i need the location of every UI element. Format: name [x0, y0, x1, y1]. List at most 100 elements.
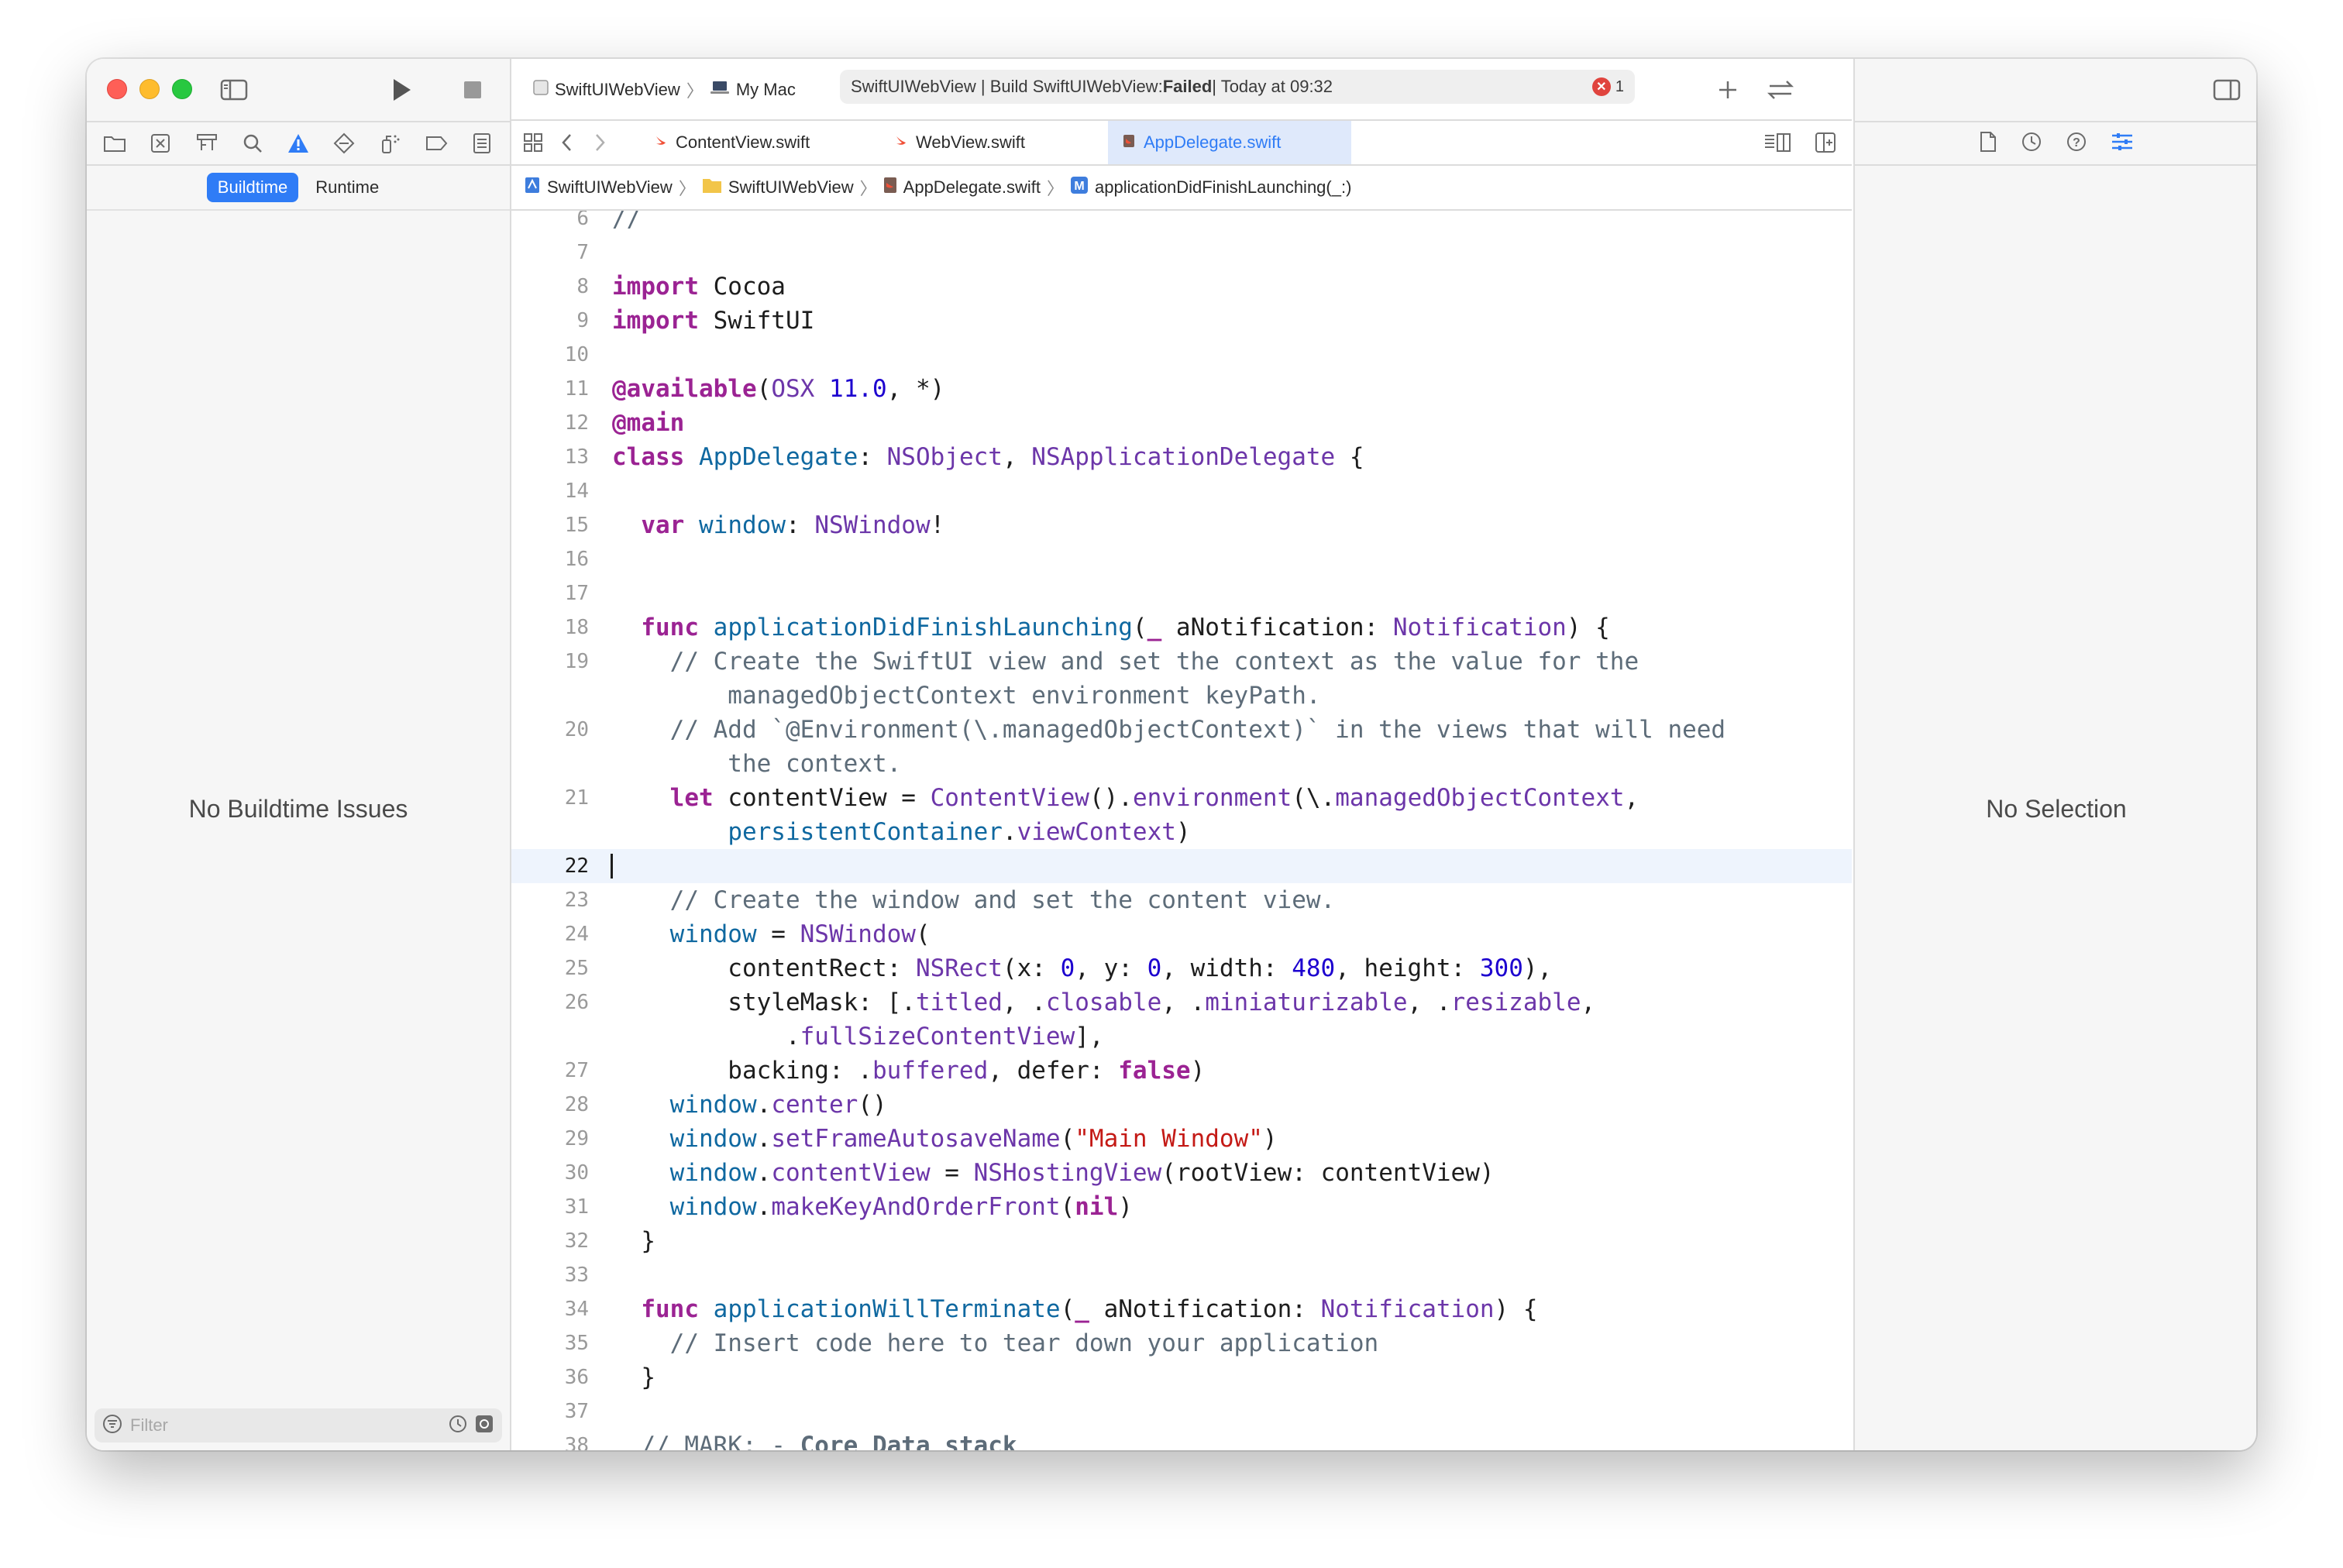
test-diamond-icon[interactable] [329, 128, 360, 159]
close-window-button[interactable] [107, 79, 127, 99]
line-number[interactable]: 21 [511, 781, 589, 815]
code-line[interactable]: 33 [511, 1258, 1852, 1292]
line-number[interactable]: 13 [511, 440, 589, 474]
code-line[interactable]: 7 [511, 236, 1852, 270]
editor-options-icon[interactable] [1760, 127, 1794, 158]
code-line[interactable]: 37 [511, 1394, 1852, 1429]
activity-view[interactable]: SwiftUIWebView | Build SwiftUIWebView: F… [840, 70, 1635, 104]
forward-chevron-icon[interactable] [586, 127, 614, 158]
line-number[interactable]: 28 [511, 1088, 589, 1122]
line-number[interactable]: 38 [511, 1429, 589, 1450]
line-number[interactable]: 25 [511, 951, 589, 985]
code-line[interactable]: 32 } [511, 1224, 1852, 1258]
code-line[interactable]: 16 [511, 542, 1852, 576]
code-line[interactable]: 26 styleMask: [.titled, .closable, .mini… [511, 985, 1852, 1020]
filter-options-icon[interactable] [474, 1414, 494, 1438]
line-number[interactable]: 23 [511, 883, 589, 917]
line-number[interactable]: 19 [511, 645, 589, 679]
zoom-window-button[interactable] [172, 79, 192, 99]
tab-contentview[interactable]: ContentView.swift [640, 121, 877, 164]
line-number[interactable]: 37 [511, 1394, 589, 1429]
code-line[interactable]: 15 var window: NSWindow! [511, 508, 1852, 542]
code-line[interactable]: 9 import SwiftUI [511, 304, 1852, 338]
code-line[interactable]: 8 import Cocoa [511, 270, 1852, 304]
history-clock-icon[interactable] [2021, 131, 2042, 156]
attributes-sliders-icon[interactable] [2111, 131, 2134, 156]
breadcrumb-file[interactable]: AppDelegate.swift [883, 177, 1041, 198]
error-indicator[interactable]: ✕ 1 [1591, 77, 1624, 96]
symbol-hierarchy-icon[interactable] [191, 128, 222, 159]
scheme-selector[interactable]: SwiftUIWebView 〉 My Mac [533, 77, 796, 102]
code-line[interactable]: 28 window.center() [511, 1088, 1852, 1122]
code-line[interactable]: 24 window = NSWindow( [511, 917, 1852, 951]
issue-warning-icon[interactable] [283, 128, 314, 159]
add-editor-split-icon[interactable] [1810, 127, 1841, 158]
stop-icon[interactable] [457, 74, 488, 105]
source-editor[interactable]: 6 // 7 8 import Cocoa 9 import SwiftUI 10 11 @ava… [511, 211, 1852, 1450]
line-number[interactable]: 18 [511, 610, 589, 645]
breakpoint-icon[interactable] [421, 128, 452, 159]
line-number[interactable]: 24 [511, 917, 589, 951]
file-inspector-icon[interactable] [1979, 131, 1997, 156]
run-play-icon[interactable] [384, 73, 418, 107]
breadcrumb-method[interactable]: M applicationDidFinishLaunching(_:) [1070, 176, 1351, 199]
code-line[interactable]: 22 [511, 849, 1852, 883]
line-number[interactable]: 10 [511, 338, 589, 372]
line-number[interactable]: 31 [511, 1190, 589, 1224]
line-number[interactable]: 9 [511, 304, 589, 338]
line-number[interactable]: 26 [511, 985, 589, 1020]
code-line[interactable]: managedObjectContext environment keyPath… [511, 679, 1852, 713]
code-line[interactable]: 10 [511, 338, 1852, 372]
line-number[interactable]: 16 [511, 542, 589, 576]
toggle-inspector-icon[interactable] [2210, 74, 2244, 105]
code-line[interactable]: 34 func applicationWillTerminate(_ aNoti… [511, 1292, 1852, 1326]
code-line[interactable]: persistentContainer.viewContext) [511, 815, 1852, 849]
related-items-grid-icon[interactable] [518, 127, 549, 158]
code-line[interactable]: 19 // Create the SwiftUI view and set th… [511, 645, 1852, 679]
line-number[interactable]: 12 [511, 406, 589, 440]
code-line[interactable]: 6 // [511, 211, 1852, 236]
add-plus-icon[interactable] [1712, 74, 1743, 105]
line-number[interactable]: 6 [511, 211, 589, 236]
code-review-arrows-icon[interactable] [1762, 74, 1799, 105]
code-line[interactable]: 35 // Insert code here to tear down your… [511, 1326, 1852, 1360]
line-number[interactable]: 33 [511, 1258, 589, 1292]
code-line[interactable]: 11 @available(OSX 11.0, *) [511, 372, 1852, 406]
folder-icon[interactable] [99, 128, 130, 159]
breadcrumb-group[interactable]: SwiftUIWebView [702, 177, 854, 198]
code-line[interactable]: 36 } [511, 1360, 1852, 1394]
code-line[interactable]: 27 backing: .buffered, defer: false) [511, 1054, 1852, 1088]
code-line[interactable]: the context. [511, 747, 1852, 781]
code-line[interactable]: 18 func applicationDidFinishLaunching(_ … [511, 610, 1852, 645]
code-line[interactable]: 17 [511, 576, 1852, 610]
recent-clock-icon[interactable] [448, 1414, 468, 1438]
tab-webview[interactable]: WebView.swift [880, 121, 1105, 164]
line-number[interactable]: 11 [511, 372, 589, 406]
code-line[interactable]: 38 // MARK: - Core Data stack [511, 1429, 1852, 1450]
code-line[interactable]: 29 window.setFrameAutosaveName("Main Win… [511, 1122, 1852, 1156]
line-number[interactable]: 29 [511, 1122, 589, 1156]
debug-spray-icon[interactable] [375, 128, 406, 159]
code-line[interactable]: 21 let contentView = ContentView().envir… [511, 781, 1852, 815]
segment-runtime[interactable]: Runtime [304, 173, 390, 202]
code-line[interactable]: 25 contentRect: NSRect(x: 0, y: 0, width… [511, 951, 1852, 985]
filter-field[interactable]: Filter [95, 1408, 502, 1442]
minimize-window-button[interactable] [139, 79, 160, 99]
line-number[interactable]: 30 [511, 1156, 589, 1190]
line-number[interactable]: 7 [511, 236, 589, 270]
code-line[interactable]: .fullSizeContentView], [511, 1020, 1852, 1054]
line-number[interactable]: 14 [511, 474, 589, 508]
line-number[interactable]: 34 [511, 1292, 589, 1326]
line-number[interactable]: 32 [511, 1224, 589, 1258]
line-number[interactable]: 35 [511, 1326, 589, 1360]
code-line[interactable]: 20 // Add `@Environment(\.managedObjectC… [511, 713, 1852, 747]
source-control-icon[interactable] [145, 128, 176, 159]
toggle-navigator-icon[interactable] [217, 74, 251, 105]
quick-help-icon[interactable]: ? [2066, 131, 2087, 156]
breadcrumb-project[interactable]: SwiftUIWebView [524, 176, 673, 199]
line-number[interactable]: 8 [511, 270, 589, 304]
line-number[interactable]: 20 [511, 713, 589, 747]
tab-appdelegate[interactable]: AppDelegate.swift [1108, 121, 1351, 164]
report-icon[interactable] [466, 128, 497, 159]
line-number[interactable]: 36 [511, 1360, 589, 1394]
